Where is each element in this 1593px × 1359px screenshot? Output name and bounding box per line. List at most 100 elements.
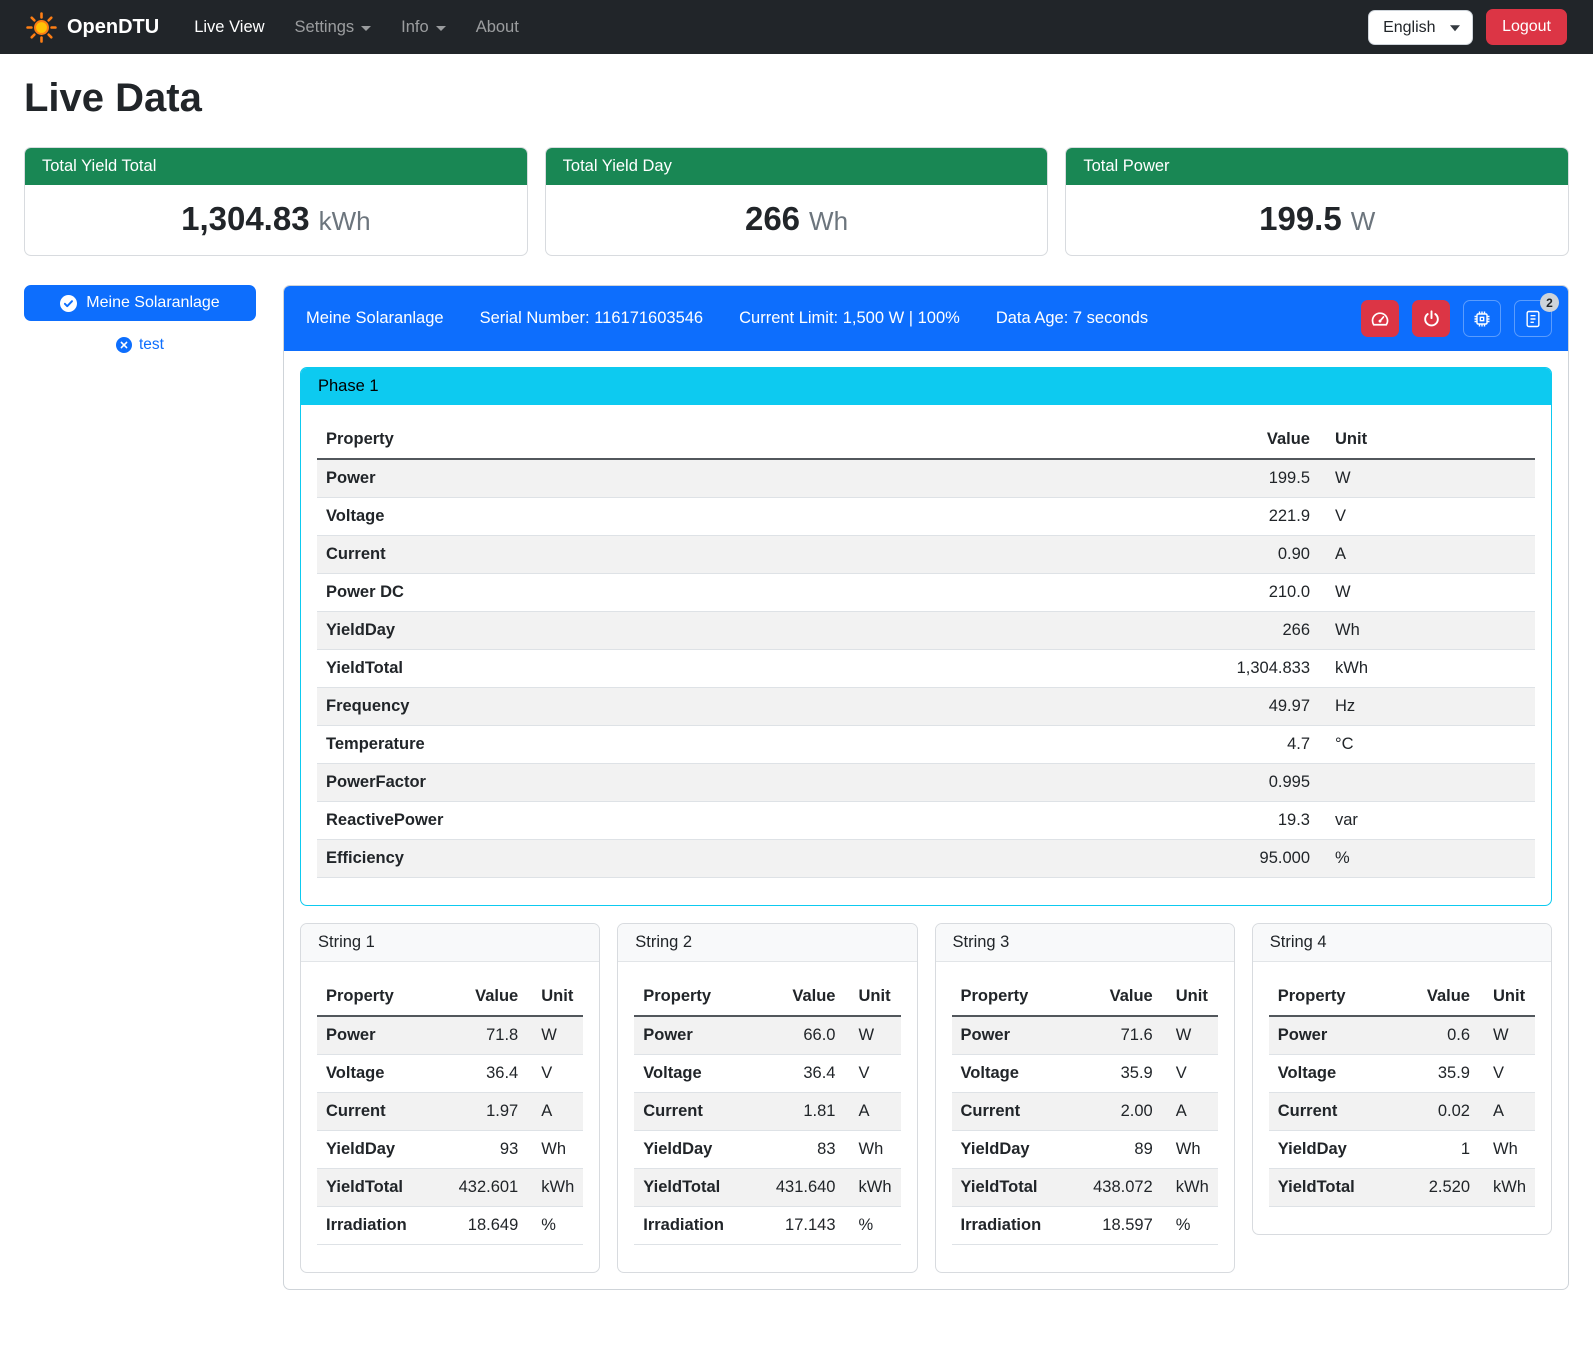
property-cell: YieldDay bbox=[317, 612, 1174, 650]
property-cell: YieldTotal bbox=[317, 1169, 441, 1207]
value-cell: 95.000 bbox=[1174, 840, 1319, 878]
nav-item-label: Settings bbox=[295, 18, 355, 37]
unit-cell: W bbox=[1162, 1016, 1218, 1055]
value-cell: 18.649 bbox=[441, 1207, 527, 1245]
nav-item-live-view[interactable]: Live View bbox=[181, 10, 277, 45]
inverter-actions: 2 bbox=[1361, 300, 1552, 337]
string-4-body: Property Value Unit Power0.6W Voltage35.… bbox=[1253, 962, 1551, 1234]
value-cell: 35.9 bbox=[1076, 1055, 1162, 1093]
inverter-sidebar: Meine Solaranlage test bbox=[24, 285, 256, 354]
value-cell: 438.072 bbox=[1076, 1169, 1162, 1207]
unit-cell: A bbox=[1162, 1093, 1218, 1131]
unit-cell: % bbox=[527, 1207, 583, 1245]
col-property: Property bbox=[952, 978, 1076, 1016]
property-cell: Voltage bbox=[952, 1055, 1076, 1093]
table-row: YieldDay93Wh bbox=[317, 1131, 583, 1169]
property-cell: YieldDay bbox=[634, 1131, 758, 1169]
brand[interactable]: OpenDTU bbox=[26, 12, 159, 43]
table-row: Voltage36.4V bbox=[634, 1055, 900, 1093]
unit-cell: kWh bbox=[1319, 650, 1535, 688]
logout-button[interactable]: Logout bbox=[1486, 9, 1567, 45]
nav-item-about[interactable]: About bbox=[463, 10, 532, 45]
unit-cell bbox=[1319, 764, 1535, 802]
strings-row: String 1 Property Value Unit bbox=[300, 923, 1552, 1273]
unit-cell: V bbox=[1319, 498, 1535, 536]
phase-1-title: Phase 1 bbox=[301, 368, 1551, 405]
sidebar-item-meine-solaranlage[interactable]: Meine Solaranlage bbox=[24, 285, 256, 321]
card-unit: Wh bbox=[809, 206, 848, 236]
table-row: YieldTotal2.520kWh bbox=[1269, 1169, 1535, 1207]
sidebar-item-label: Meine Solaranlage bbox=[86, 294, 219, 312]
power-settings-button[interactable] bbox=[1412, 300, 1450, 337]
inverter-name: Meine Solaranlage bbox=[306, 309, 444, 328]
property-cell: Power DC bbox=[317, 574, 1174, 612]
table-row: Voltage221.9V bbox=[317, 498, 1535, 536]
string-2-table: Property Value Unit Power66.0W Voltage36… bbox=[634, 978, 900, 1245]
table-row: Power71.8W bbox=[317, 1016, 583, 1055]
unit-cell: Hz bbox=[1319, 688, 1535, 726]
table-row: Current0.90A bbox=[317, 536, 1535, 574]
page-container: Live Data Total Yield Total 1,304.83kWh … bbox=[0, 54, 1593, 1318]
value-cell: 221.9 bbox=[1174, 498, 1319, 536]
inverter-serial: Serial Number: 116171603546 bbox=[480, 309, 704, 328]
total-yield-day-card: Total Yield Day 266Wh bbox=[545, 147, 1049, 256]
device-info-button[interactable] bbox=[1463, 300, 1501, 337]
value-cell: 17.143 bbox=[759, 1207, 845, 1245]
property-cell: Current bbox=[952, 1093, 1076, 1131]
sidebar-item-test[interactable]: test bbox=[116, 336, 164, 354]
card-value: 266 bbox=[745, 200, 800, 237]
col-unit: Unit bbox=[845, 978, 901, 1016]
value-cell: 71.8 bbox=[441, 1016, 527, 1055]
value-cell: 36.4 bbox=[441, 1055, 527, 1093]
unit-cell: W bbox=[1319, 574, 1535, 612]
property-cell: Irradiation bbox=[952, 1207, 1076, 1245]
nav-item-settings[interactable]: Settings bbox=[282, 10, 385, 45]
property-cell: Frequency bbox=[317, 688, 1174, 726]
value-cell: 0.90 bbox=[1174, 536, 1319, 574]
property-cell: Current bbox=[1269, 1093, 1393, 1131]
nav-item-info[interactable]: Info bbox=[388, 10, 459, 45]
value-cell: 266 bbox=[1174, 612, 1319, 650]
property-cell: Voltage bbox=[1269, 1055, 1393, 1093]
chevron-down-icon bbox=[361, 26, 371, 31]
navbar: OpenDTU Live View Settings Info About En… bbox=[0, 0, 1593, 54]
journal-icon bbox=[1523, 309, 1543, 329]
value-cell: 0.02 bbox=[1393, 1093, 1479, 1131]
inverter-panel-body: Phase 1 Property Value Unit bbox=[284, 351, 1568, 1289]
limit-settings-button[interactable] bbox=[1361, 300, 1399, 337]
power-icon bbox=[1422, 309, 1441, 328]
unit-cell: A bbox=[1319, 536, 1535, 574]
col-value: Value bbox=[1174, 421, 1319, 459]
events-count-badge: 2 bbox=[1540, 293, 1559, 312]
col-unit: Unit bbox=[1162, 978, 1218, 1016]
property-cell: Temperature bbox=[317, 726, 1174, 764]
language-select[interactable]: English bbox=[1368, 10, 1473, 45]
table-row: YieldDay89Wh bbox=[952, 1131, 1218, 1169]
events-button[interactable]: 2 bbox=[1514, 300, 1552, 337]
value-cell: 71.6 bbox=[1076, 1016, 1162, 1055]
content-row: Meine Solaranlage test Meine Solaranlage bbox=[24, 285, 1569, 1290]
col-unit: Unit bbox=[1319, 421, 1535, 459]
value-cell: 1,304.833 bbox=[1174, 650, 1319, 688]
table-row: Temperature4.7°C bbox=[317, 726, 1535, 764]
nav-item-label: Live View bbox=[194, 18, 264, 37]
table-row: Power199.5W bbox=[317, 459, 1535, 498]
unit-cell: V bbox=[527, 1055, 583, 1093]
value-cell: 35.9 bbox=[1393, 1055, 1479, 1093]
value-cell: 66.0 bbox=[759, 1016, 845, 1055]
table-header-row: Property Value Unit bbox=[317, 421, 1535, 459]
string-2-card: String 2 Property Value Unit bbox=[617, 923, 917, 1273]
unit-cell: A bbox=[527, 1093, 583, 1131]
table-row: Irradiation18.649% bbox=[317, 1207, 583, 1245]
table-row: YieldDay83Wh bbox=[634, 1131, 900, 1169]
value-cell: 36.4 bbox=[759, 1055, 845, 1093]
string-1-card: String 1 Property Value Unit bbox=[300, 923, 600, 1273]
string-3-card: String 3 Property Value Unit bbox=[935, 923, 1235, 1273]
table-row: Frequency49.97Hz bbox=[317, 688, 1535, 726]
unit-cell: Wh bbox=[1162, 1131, 1218, 1169]
table-row: YieldTotal438.072kWh bbox=[952, 1169, 1218, 1207]
inverter-panel: Meine Solaranlage Serial Number: 1161716… bbox=[283, 285, 1569, 1290]
col-value: Value bbox=[1076, 978, 1162, 1016]
unit-cell: % bbox=[1319, 840, 1535, 878]
phase-1-card: Phase 1 Property Value Unit bbox=[300, 367, 1552, 906]
